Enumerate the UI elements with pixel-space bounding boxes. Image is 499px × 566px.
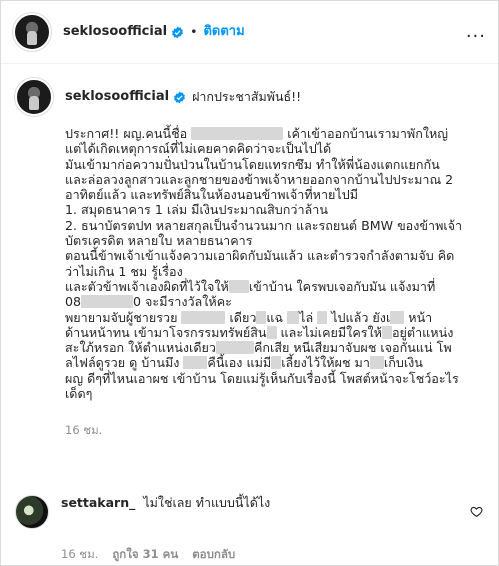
comment-likes[interactable]: ถูกใจ 31 คน (112, 547, 178, 563)
comment-text: ไม่ใช่เลย ทำแบบนี้ได้ไง (143, 495, 271, 510)
caption-text: 2. ธนาบัตรตปท หลายสกุลเป็นจำนวนมาก และรถ… (65, 217, 463, 233)
commenter-avatar[interactable] (15, 495, 49, 529)
verified-badge-icon (172, 26, 183, 38)
caption-line: ด้านหน้าทน เข้ามาโจรกรรมทรัพย์สิน และไม่… (65, 325, 485, 340)
caption-avatar[interactable] (15, 78, 53, 116)
more-options-icon[interactable]: ... (466, 20, 486, 44)
redaction-block (228, 279, 249, 293)
caption-line: 1. สมุดธนาคาร 1 เล่ม มีเงินประมาณสิบกว่า… (65, 202, 485, 217)
caption-text: คีกเสีย หนีเสียมาจับผช เจอกันแน่ โพ (253, 340, 452, 356)
redaction-block (256, 310, 267, 324)
caption-line: สะใภ้หรอก ให้ตำแหน่งเดียว คีกเสีย หนีเสีย… (65, 340, 485, 355)
caption-text: อาทิตย์แล้ว และทรัพย์สินในห้องนอนข้าพเจ้… (65, 187, 359, 203)
redaction-block (81, 295, 134, 309)
redaction-block (369, 356, 384, 370)
caption-line: 08 0 จะมีรางวัลให้คะ (65, 294, 485, 309)
caption-line: แต่ได้เกิดเหตุการณ์ที่ไม่เคยคาดคิดว่าจะเ… (65, 141, 485, 156)
redaction-block (181, 310, 226, 324)
caption-title: ฝากประชาสัมพันธ์!! (192, 88, 302, 104)
caption-text: ไปแล้ว ยังเ (327, 309, 391, 325)
caption-text: คืนี้เอง แม่มี (207, 355, 272, 371)
caption-text: ตอนนี้ข้าพเจ้าเข้าแจ้งความเอาผิดกับมันแล… (65, 248, 455, 264)
caption-line: และล่อลวงลูกสาวและลูกชายของข้าพเจ้าหายออ… (65, 172, 485, 187)
caption-text: ประกาศ!! ผญ.คนนี้ชื่อ (65, 126, 192, 141)
caption-text: สะใภ้หรอก ให้ตำแหน่งเดียว (65, 340, 216, 356)
caption-text: และตัวข้าพเจ้าเองผิดที่ไว้ใจให้ (65, 278, 229, 294)
caption-text: ไล่ (299, 309, 318, 325)
caption-line: 2. ธนาบัตรตปท หลายสกุลเป็นจำนวนมาก และรถ… (65, 218, 485, 233)
comment-username[interactable]: settakarn_ (61, 495, 135, 512)
post-timestamp: 16 ชม. (65, 423, 103, 438)
caption-text: เข้าบ้าน ใครพบเจอกับมัน แจ้งมาที่ (248, 278, 436, 294)
caption-text: 0 จะมีรางวัลให้คะ (133, 294, 232, 310)
caption-text: และล่อลวงลูกสาวและลูกชายของข้าพเจ้าหายออ… (65, 171, 454, 187)
caption-text: หน้า (404, 309, 433, 325)
comment-item: settakarn_ ไม่ใช่เลย ทำแบบนี้ได้ไง 16 ชม… (15, 495, 485, 563)
caption-text: ผญ ดีๆที่ไหนเอาผช เข้าบ้าน โดยแม่รู้เห็น… (65, 370, 459, 386)
caption-username[interactable]: seklosoofficial (65, 88, 169, 106)
caption-line: ลไฟล์ดูรวย ดู บ้านมึง คืนี้เอง แม่มี เลี้… (65, 355, 485, 370)
caption-line: ประกาศ!! ผญ.คนนี้ชื่อ เค้าเข้าออกบ้านเรา… (65, 126, 485, 141)
heart-icon[interactable] (470, 505, 483, 518)
caption-text: แฉ (266, 309, 288, 325)
caption-text: เด็ดๆ (65, 386, 93, 402)
redaction-block (215, 341, 254, 355)
caption-line: ตอนนี้ข้าพเจ้าเข้าแจ้งความเอาผิดกับมันแล… (65, 248, 485, 263)
post-caption: seklosoofficial ฝากประชาสัมพันธ์!! ประกา… (1, 64, 498, 439)
post-header: seklosoofficial • ติดตาม ... (1, 1, 498, 64)
caption-line: มันเข้ามาก่อความปั่นป่วนในบ้านโดยแทรกซึม… (65, 157, 485, 172)
caption-text: อยู่ตำแหน่ง (391, 324, 454, 340)
caption-line: ผญ ดีๆที่ไหนเอาผช เข้าบ้าน โดยแม่รู้เห็น… (65, 371, 485, 386)
follow-button[interactable]: ติดตาม (203, 23, 244, 41)
redaction-block (271, 356, 282, 370)
redaction-block (390, 310, 405, 324)
author-avatar[interactable] (13, 13, 51, 51)
caption-text: แต่ได้เกิดเหตุการณ์ที่ไม่เคยคาดคิดว่าจะเ… (65, 141, 332, 157)
redaction-block (266, 325, 277, 339)
caption-body: ประกาศ!! ผญ.คนนี้ชื่อ เค้าเข้าออกบ้านเรา… (65, 126, 485, 401)
caption-line: เด็ดๆ (65, 386, 485, 401)
caption-text: เก็บเงิน (383, 355, 423, 371)
caption-line: พยายามจับผู้ชายรวย เดียว แฉ ไล่ ไปแล้ว ยั… (65, 310, 485, 325)
caption-text: 1. สมุดธนาคาร 1 เล่ม มีเงินประมาณสิบกว่า… (65, 202, 328, 218)
caption-text: 08 (65, 294, 82, 310)
caption-text: ลไฟล์ดูรวย ดู บ้านมึง (65, 355, 184, 371)
redaction-block (287, 310, 300, 324)
caption-text: พยายามจับผู้ชายรวย (65, 309, 182, 325)
reply-button[interactable]: ตอบกลับ (192, 547, 235, 563)
verified-badge-icon (174, 91, 185, 103)
caption-text: ด้านหน้าทน เข้ามาโจรกรรมทรัพย์สิน (65, 324, 267, 340)
redaction-block (317, 310, 328, 324)
redaction-block (183, 356, 208, 370)
caption-text: เลี้ยงไว้ให้ผช มา (281, 355, 370, 371)
caption-text: เดียว (225, 309, 257, 325)
comment-time: 16 ชม. (61, 547, 99, 561)
redaction-block (381, 325, 392, 339)
caption-text: และไม่เคยมีใครให้ (276, 324, 382, 340)
caption-text: เค้าเข้าออกบ้านเรามาพักใหญ่ (283, 126, 449, 141)
caption-line: บัตรเครดิต หลายใบ หลายธนาคาร (65, 233, 485, 248)
caption-line: อาทิตย์แล้ว และทรัพย์สินในห้องนอนข้าพเจ้… (65, 187, 485, 202)
caption-text: ว่าไม่เกิน 1 ชม รู้เรื่อง (65, 263, 183, 279)
caption-line: ว่าไม่เกิน 1 ชม รู้เรื่อง (65, 264, 485, 279)
caption-text: บัตรเครดิต หลายใบ หลายธนาคาร (65, 233, 253, 249)
redaction-block (191, 127, 284, 140)
header-username[interactable]: seklosoofficial (63, 23, 167, 41)
caption-line: และตัวข้าพเจ้าเองผิดที่ไว้ใจให้ เข้าบ้าน … (65, 279, 485, 294)
caption-text: มันเข้ามาก่อความปั่นป่วนในบ้านโดยแทรกซึม… (65, 156, 440, 172)
separator-dot: • (190, 23, 198, 39)
